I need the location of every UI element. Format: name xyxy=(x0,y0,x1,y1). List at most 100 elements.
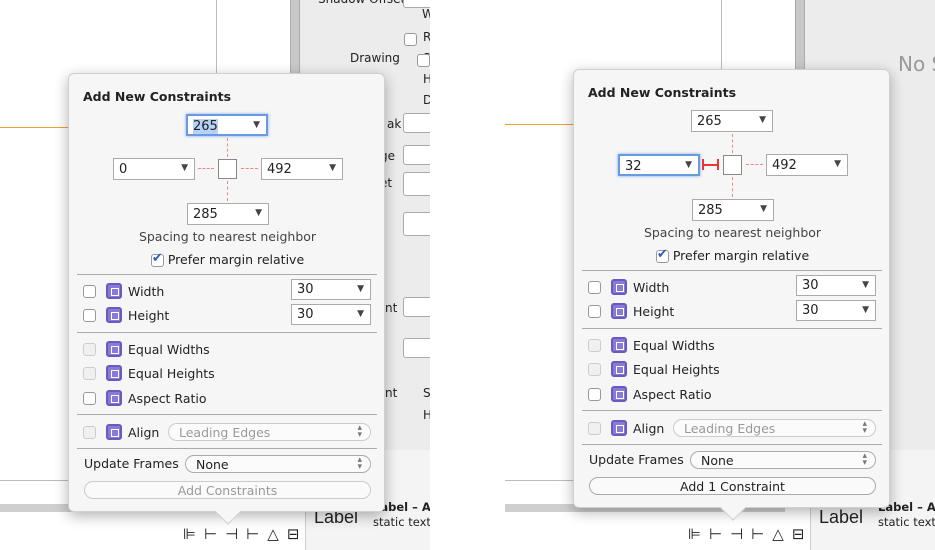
resizing-icon[interactable]: ⊟ xyxy=(287,525,308,543)
add-constraints-button[interactable]: Add Constraints xyxy=(84,481,371,499)
update-frames-select[interactable]: None ▴ ▾ xyxy=(690,451,876,469)
width-row[interactable]: Width xyxy=(83,282,164,300)
equal-widths-row[interactable]: Equal Widths xyxy=(83,340,210,358)
chevron-down-icon[interactable]: ▼ xyxy=(253,120,260,130)
bottom-spacing-value: 285 xyxy=(193,207,218,222)
equal-widths-checkbox[interactable] xyxy=(83,342,96,356)
top-constraint-strut[interactable] xyxy=(732,134,733,153)
inspector-popup[interactable] xyxy=(403,145,430,165)
aspect-ratio-checkbox[interactable] xyxy=(83,391,96,405)
equal-heights-label: Equal Heights xyxy=(128,365,215,381)
resizing-icon[interactable]: ⊟ xyxy=(792,525,813,543)
equal-heights-checkbox[interactable] xyxy=(83,366,96,380)
chevron-down-icon[interactable]: ▼ xyxy=(255,208,262,218)
equal-heights-row[interactable]: Equal Heights xyxy=(83,364,215,382)
view-placeholder xyxy=(218,159,237,179)
aspect-ratio-label: Aspect Ratio xyxy=(633,386,712,402)
right-spacing-field[interactable]: 492 ▼ xyxy=(766,154,848,176)
label-preview: Label xyxy=(819,507,864,527)
width-row[interactable]: Width xyxy=(588,278,669,296)
bottom-constraint-strut[interactable] xyxy=(227,181,228,201)
bottom-spacing-field[interactable]: 285 ▼ xyxy=(187,203,269,225)
no-selection-text: No S xyxy=(898,52,935,76)
prefer-margin-row[interactable]: Prefer margin relative xyxy=(69,251,386,267)
aspect-ratio-row[interactable]: Aspect Ratio xyxy=(588,385,712,403)
aspect-ratio-row[interactable]: Aspect Ratio xyxy=(83,389,207,407)
inspector-checkbox[interactable] xyxy=(417,54,430,67)
chevron-down-icon[interactable]: ▼ xyxy=(685,160,692,170)
equal-heights-icon xyxy=(106,365,122,381)
inspector-button[interactable] xyxy=(403,338,430,358)
chevron-down-icon[interactable]: ▼ xyxy=(862,280,869,290)
inspector-text: nt xyxy=(385,386,398,400)
equal-widths-row[interactable]: Equal Widths xyxy=(588,336,715,354)
width-value-field[interactable]: 30 ▼ xyxy=(291,279,371,300)
inspector-field[interactable] xyxy=(403,172,430,196)
left-spacing-field[interactable]: 0 ▼ xyxy=(113,158,195,180)
chevron-down-icon[interactable]: ▼ xyxy=(181,163,188,173)
chevron-down-icon[interactable]: ▼ xyxy=(760,204,767,214)
height-value-field[interactable]: 30 ▼ xyxy=(796,300,876,321)
chevron-down-icon[interactable]: ▼ xyxy=(357,309,364,319)
prefer-margin-row[interactable]: Prefer margin relative xyxy=(574,247,891,263)
right-constraint-strut[interactable] xyxy=(746,164,763,165)
add-constraints-popover: Add New Constraints 265 ▼ 0 ▼ 492 ▼ 285 ▼ Spaci… xyxy=(68,73,386,525)
inspector-text: R xyxy=(423,30,430,44)
equal-heights-row[interactable]: Equal Heights xyxy=(588,360,720,378)
chevron-down-icon[interactable]: ▼ xyxy=(759,115,766,125)
divider xyxy=(77,274,377,275)
width-checkbox[interactable] xyxy=(588,280,601,294)
top-constraint-strut[interactable] xyxy=(227,138,228,157)
height-checkbox[interactable] xyxy=(83,308,96,322)
screenshot-panel: Shadow OffsetWRDrawingSHDakTrugeCoetntnt… xyxy=(0,0,430,550)
align-row[interactable]: Align xyxy=(588,419,664,437)
align-select[interactable]: Leading Edges ▴ ▾ xyxy=(673,419,876,437)
align-select[interactable]: Leading Edges ▴ ▾ xyxy=(168,423,371,441)
height-value-field[interactable]: 30 ▼ xyxy=(291,304,371,325)
left-spacing-field[interactable]: 32 ▼ xyxy=(618,154,700,176)
width-value-field[interactable]: 30 ▼ xyxy=(796,275,876,296)
right-constraint-strut[interactable] xyxy=(241,168,258,169)
equal-widths-checkbox[interactable] xyxy=(588,338,601,352)
height-row[interactable]: Height xyxy=(588,302,674,320)
right-spacing-value: 492 xyxy=(772,158,797,173)
inspector-popup[interactable] xyxy=(403,113,430,133)
pin-icon[interactable]: ⊢⊣ xyxy=(204,525,246,543)
chevron-down-icon[interactable]: ▼ xyxy=(357,284,364,294)
height-row[interactable]: Height xyxy=(83,306,169,324)
inspector-field[interactable] xyxy=(403,0,430,8)
width-checkbox[interactable] xyxy=(83,284,96,298)
add-constraints-button[interactable]: Add 1 Constraint xyxy=(589,477,876,495)
align-row[interactable]: Align xyxy=(83,423,159,441)
bottom-constraint-strut[interactable] xyxy=(732,177,733,197)
resolve-issues-icon[interactable]: ⊢△ xyxy=(751,525,792,543)
equal-widths-icon xyxy=(106,341,122,357)
height-checkbox[interactable] xyxy=(588,304,601,318)
inspector-button[interactable] xyxy=(403,297,430,317)
align-icon[interactable]: ⊫ xyxy=(688,525,709,543)
inspector-checkbox[interactable] xyxy=(404,33,417,46)
chevron-down-icon[interactable]: ▼ xyxy=(862,305,869,315)
align-checkbox[interactable] xyxy=(588,421,601,435)
equal-heights-checkbox[interactable] xyxy=(588,362,601,376)
right-spacing-value: 492 xyxy=(267,162,292,177)
align-icon[interactable]: ⊫ xyxy=(183,525,204,543)
right-spacing-field[interactable]: 492 ▼ xyxy=(261,158,343,180)
aspect-ratio-checkbox[interactable] xyxy=(588,387,601,401)
chevron-down-icon[interactable]: ▼ xyxy=(329,163,336,173)
bottom-spacing-field[interactable]: 285 ▼ xyxy=(692,199,774,221)
left-constraint-strut[interactable] xyxy=(198,168,214,169)
prefer-margin-checkbox[interactable] xyxy=(150,251,164,267)
chevron-down-icon[interactable]: ▼ xyxy=(834,159,841,169)
inspector-field[interactable] xyxy=(403,212,430,236)
updown-icon: ▴ ▾ xyxy=(357,455,362,472)
resolve-issues-icon[interactable]: ⊢△ xyxy=(246,525,287,543)
pin-icon[interactable]: ⊢⊣ xyxy=(709,525,751,543)
align-checkbox[interactable] xyxy=(83,425,96,439)
width-value: 30 xyxy=(802,278,819,293)
top-spacing-field[interactable]: 265 ▼ xyxy=(186,114,268,136)
prefer-margin-checkbox[interactable] xyxy=(655,247,669,263)
update-frames-select[interactable]: None ▴ ▾ xyxy=(185,455,371,473)
top-spacing-field[interactable]: 265 ▼ xyxy=(691,110,773,132)
divider xyxy=(582,270,882,271)
